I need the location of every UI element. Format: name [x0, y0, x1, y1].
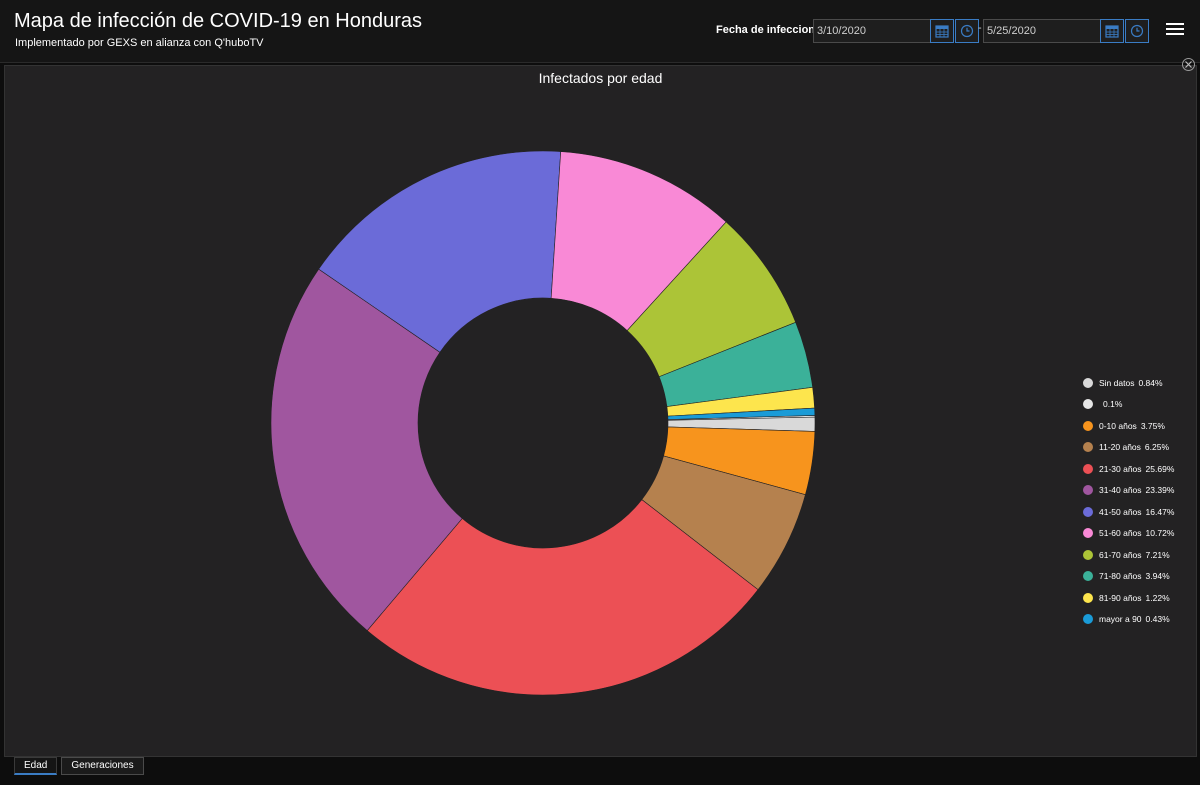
legend-swatch	[1083, 420, 1093, 431]
menu-line	[1166, 23, 1184, 25]
legend-label: 21-30 años	[1099, 463, 1142, 474]
legend-swatch	[1083, 442, 1093, 453]
app-subtitle: Implementado por GEXS en alianza con Q'h…	[15, 37, 264, 49]
app-title: Mapa de infección de COVID-19 en Hondura…	[14, 10, 423, 32]
legend-item[interactable]: 0.1%	[1083, 394, 1174, 416]
legend-label: Sin datos	[1099, 377, 1135, 388]
menu-line	[1166, 33, 1184, 35]
chart-legend: Sin datos 0.84% 0.1% 0-10 años 3.75% 11-20 añ…	[1083, 372, 1174, 630]
bottom-tab-bar: Edad Generaciones	[14, 757, 148, 775]
start-calendar-button[interactable]	[930, 19, 954, 43]
legend-percent: 1.22%	[1145, 592, 1170, 603]
legend-swatch	[1083, 506, 1093, 517]
legend-label: 31-40 años	[1099, 485, 1142, 496]
legend-swatch	[1083, 485, 1093, 496]
app-header: Mapa de infección de COVID-19 en Hondura…	[0, 0, 1200, 63]
tab-edad[interactable]: Edad	[14, 757, 58, 775]
legend-percent: 3.94%	[1145, 571, 1170, 582]
legend-swatch	[1083, 592, 1093, 603]
menu-line	[1166, 28, 1184, 30]
legend-swatch	[1083, 614, 1093, 625]
legend-item[interactable]: 71-80 años 3.94%	[1083, 566, 1174, 588]
legend-item[interactable]: 51-60 años 10.72%	[1083, 523, 1174, 545]
legend-percent: 6.25%	[1144, 442, 1170, 453]
legend-swatch	[1083, 463, 1093, 474]
legend-percent: 0.43%	[1145, 614, 1170, 625]
legend-label: 61-70 años	[1099, 549, 1142, 560]
legend-item[interactable]: 61-70 años 7.21%	[1083, 544, 1174, 566]
hamburger-menu-icon[interactable]	[1166, 20, 1184, 38]
legend-percent: 3.75%	[1140, 420, 1165, 431]
date-range-separator: -	[978, 22, 982, 34]
calendar-icon	[1105, 25, 1119, 38]
date-filter-label: Fecha de infeccion	[716, 24, 816, 36]
legend-label: 51-60 años	[1099, 528, 1142, 539]
end-date-input[interactable]	[983, 19, 1101, 43]
legend-label: 41-50 años	[1099, 506, 1142, 517]
clock-icon	[960, 24, 974, 38]
legend-item[interactable]: 81-90 años 1.22%	[1083, 587, 1174, 609]
legend-percent: 25.69%	[1145, 463, 1175, 474]
start-date-input[interactable]	[813, 19, 931, 43]
legend-percent: 0.84%	[1138, 377, 1163, 388]
close-x-glyph	[1185, 61, 1192, 68]
legend-label: 81-90 años	[1099, 592, 1142, 603]
chart-panel: Infectados por edad Sin datos 0.84% 0.1% 0-…	[4, 65, 1197, 757]
legend-percent: 23.39%	[1145, 485, 1175, 496]
end-time-button[interactable]	[1125, 19, 1149, 43]
clock-icon	[1130, 24, 1144, 38]
legend-item[interactable]: 11-20 años 6.25%	[1083, 437, 1174, 459]
legend-item[interactable]: mayor a 90 0.43%	[1083, 609, 1174, 631]
donut-chart	[270, 150, 816, 696]
legend-swatch	[1083, 399, 1093, 410]
close-icon[interactable]	[1182, 58, 1195, 71]
legend-swatch	[1083, 377, 1093, 388]
legend-percent: 0.1%	[1103, 399, 1123, 410]
legend-item[interactable]: 0-10 años 3.75%	[1083, 415, 1174, 437]
legend-percent: 16.47%	[1145, 506, 1175, 517]
legend-label: mayor a 90	[1099, 614, 1142, 625]
legend-percent: 10.72%	[1145, 528, 1175, 539]
legend-swatch	[1083, 549, 1093, 560]
legend-item[interactable]: 41-50 años 16.47%	[1083, 501, 1174, 523]
legend-label: 0-10 años	[1099, 420, 1137, 431]
legend-item[interactable]: Sin datos 0.84%	[1083, 372, 1174, 394]
legend-item[interactable]: 21-30 años 25.69%	[1083, 458, 1174, 480]
tab-generaciones[interactable]: Generaciones	[61, 757, 144, 775]
legend-label: 71-80 años	[1099, 571, 1142, 582]
legend-swatch	[1083, 528, 1093, 539]
legend-label: 11-20 años	[1099, 442, 1141, 453]
legend-percent: 7.21%	[1145, 549, 1170, 560]
end-calendar-button[interactable]	[1100, 19, 1124, 43]
legend-item[interactable]: 31-40 años 23.39%	[1083, 480, 1174, 502]
start-time-button[interactable]	[955, 19, 979, 43]
legend-swatch	[1083, 571, 1093, 582]
calendar-icon	[935, 25, 949, 38]
